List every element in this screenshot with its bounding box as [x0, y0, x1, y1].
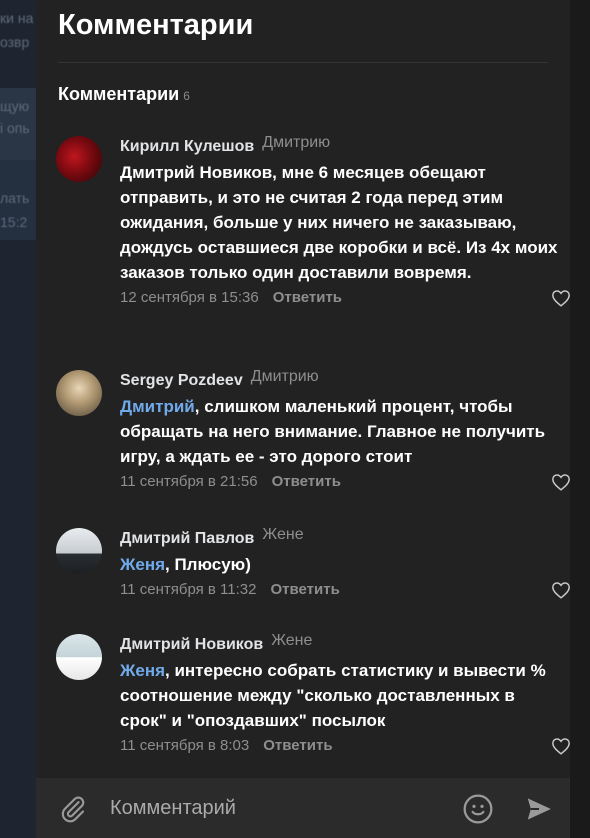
- avatar[interactable]: [56, 370, 102, 416]
- smile-icon[interactable]: [462, 793, 494, 830]
- avatar[interactable]: [56, 634, 102, 680]
- mention-link[interactable]: Женя: [120, 555, 165, 574]
- sheet-title: Комментарии: [58, 9, 254, 41]
- heart-icon: [552, 582, 570, 599]
- comment-text: Дмитрий Новиков, мне 6 месяцев обещают о…: [120, 163, 558, 282]
- avatar[interactable]: [56, 136, 102, 182]
- like-button[interactable]: 2: [551, 737, 570, 755]
- comment-date: 12 сентября в 15:36: [120, 289, 259, 306]
- comment-author[interactable]: Sergey Pozdeev: [120, 372, 243, 389]
- comment-text-body: , Плюсую): [165, 555, 251, 574]
- comment-meta: 12 сентября в 15:36 Ответить 2: [120, 289, 570, 311]
- comment-meta: 11 сентября в 11:32 Ответить 2: [120, 581, 570, 603]
- mention-link[interactable]: Дмитрий: [120, 397, 195, 416]
- comment-reply-to: Жене: [271, 632, 313, 649]
- comment-input-bar: Комментарий: [36, 778, 570, 838]
- comment-text-body: , интересно собрать статистику и вывести…: [120, 661, 546, 730]
- comment-text: Дмитрий, слишком маленький процент, чтоб…: [120, 394, 560, 469]
- comment-meta: 11 сентября в 8:03 Ответить 2: [120, 737, 570, 759]
- like-button[interactable]: 1: [551, 473, 570, 491]
- comment-author[interactable]: Дмитрий Павлов: [120, 530, 254, 547]
- background-text: 15:2: [0, 214, 28, 230]
- mention-link[interactable]: Женя: [120, 661, 165, 680]
- comment-meta: 11 сентября в 21:56 Ответить 1: [120, 473, 570, 495]
- comment-text: Женя, Плюсую): [120, 552, 560, 577]
- divider: [58, 62, 548, 63]
- comment-reply-to: Жене: [262, 526, 304, 543]
- reply-button[interactable]: Ответить: [272, 473, 341, 490]
- background-text: і опь: [0, 120, 30, 136]
- comments-count: 6: [183, 89, 190, 103]
- background-text: щую: [0, 98, 30, 114]
- heart-icon: [552, 474, 570, 491]
- comment-author[interactable]: Кирилл Кулешов: [120, 138, 254, 155]
- comment-reply-to: Дмитрию: [250, 368, 319, 385]
- paperclip-icon[interactable]: [58, 794, 88, 829]
- heart-icon: [552, 738, 570, 755]
- background-text: ки на: [0, 10, 34, 26]
- comment-date: 11 сентября в 11:32: [120, 581, 257, 598]
- comments-section-header: Комментарии 6: [58, 84, 190, 105]
- comments-sheet[interactable]: Комментарии Комментарии 6 Кирилл Кулешов Д…: [36, 0, 570, 778]
- comment-date: 11 сентября в 21:56: [120, 473, 258, 490]
- reply-button[interactable]: Ответить: [273, 289, 342, 306]
- send-icon[interactable]: [524, 794, 554, 829]
- comment-author[interactable]: Дмитрий Новиков: [120, 636, 263, 653]
- section-title: Комментарии: [58, 84, 180, 104]
- background-text: лать: [0, 190, 30, 206]
- background-text: озвр: [0, 34, 30, 50]
- heart-icon: [552, 290, 570, 307]
- reply-button[interactable]: Ответить: [263, 737, 332, 754]
- background-right-strip: [570, 0, 590, 838]
- like-button[interactable]: 2: [551, 289, 570, 307]
- reply-button[interactable]: Ответить: [270, 581, 339, 598]
- comment-text: Женя, интересно собрать статистику и выв…: [120, 658, 560, 733]
- comment-date: 11 сентября в 8:03: [120, 737, 250, 754]
- background-left-panel: ки на озвр щую і опь лать 15:2: [0, 0, 36, 838]
- comment-reply-to: Дмитрию: [262, 134, 331, 151]
- avatar[interactable]: [56, 528, 102, 574]
- comment-input[interactable]: Комментарий: [110, 797, 236, 820]
- like-button[interactable]: 2: [551, 581, 570, 599]
